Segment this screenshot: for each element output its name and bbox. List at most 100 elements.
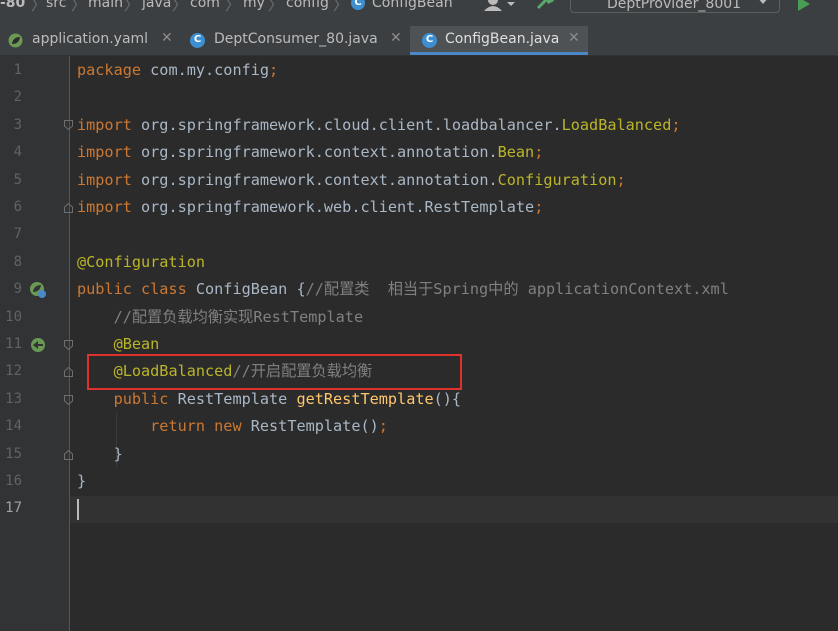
code-token: @Bean (113, 335, 160, 353)
line-number: 3 (13, 116, 22, 133)
code-token: org.springframework.cloud.client.loadbal… (141, 115, 562, 134)
line-number: 7 (13, 226, 22, 243)
navigation-bar: -80 〉 src 〉 main 〉 java 〉 com 〉 my 〉 con… (0, 0, 838, 16)
tab-label: application.yaml (32, 31, 149, 47)
class-c-icon: C (351, 0, 365, 10)
chevron-down-icon (759, 0, 767, 4)
run-icon[interactable] (797, 0, 811, 11)
breadcrumb-separator: 〉 (333, 0, 349, 14)
fold-marker-icon[interactable] (64, 120, 73, 130)
tab-deptconsumer-80[interactable]: C DeptConsumer_80.java ✕ (190, 26, 410, 55)
code-token: com.my.config (150, 61, 270, 79)
line-number: 13 (5, 390, 22, 407)
breadcrumb-separator: 〉 (172, 0, 188, 14)
code-token: import (77, 198, 142, 216)
code-line: import org.springframework.context.annot… (77, 167, 626, 194)
code-token: Bean (497, 143, 535, 162)
breadcrumb-module[interactable]: -80 (0, 0, 25, 11)
code-line: } (77, 468, 86, 495)
code-token: package (77, 61, 151, 79)
line-number: 1 (13, 62, 22, 78)
spring-leaf-icon (8, 33, 23, 48)
code-token: RestTemplate (177, 389, 297, 408)
fold-marker-icon[interactable] (64, 450, 73, 460)
code-line: import org.springframework.context.annot… (77, 139, 543, 166)
line-number: 14 (5, 418, 22, 435)
code-token: org.springframework.web.client.RestTempl… (141, 198, 535, 216)
build-hammer-icon[interactable] (536, 0, 558, 10)
fold-marker-icon[interactable] (64, 395, 73, 405)
spring-bean-gutter-icon[interactable] (29, 281, 47, 299)
spring-bean-gutter-icon[interactable] (29, 336, 47, 354)
code-token: import (77, 143, 142, 162)
code-token: org.springframework.context.annotation. (141, 170, 498, 189)
line-number: 12 (5, 363, 22, 380)
class-c-icon: C (422, 33, 437, 48)
breadcrumb-config[interactable]: config (286, 0, 329, 11)
code-token: LoadBalanced (561, 115, 672, 134)
breadcrumb-separator: 〉 (124, 0, 140, 14)
toolbar-spacer (0, 16, 838, 26)
line-number: 6 (13, 199, 22, 215)
code-token: ; (269, 61, 279, 79)
tab-configbean[interactable]: C ConfigBean.java ✕ (410, 26, 588, 55)
line-number: 9 (13, 281, 22, 298)
line-number: 11 (5, 336, 22, 352)
code-token: RestTemplate() (250, 417, 379, 436)
code-token: //配置负载均衡实现RestTemplate (113, 307, 364, 326)
line-number: 15 (5, 445, 22, 462)
code-token: } (77, 444, 123, 463)
fold-marker-icon[interactable] (64, 203, 73, 213)
code-line: package com.my.config; (77, 57, 278, 84)
code-line: //配置负载均衡实现RestTemplate (77, 304, 364, 331)
editor-tabs: application.yaml ✕ C DeptConsumer_80.jav… (0, 26, 838, 55)
breadcrumb-src[interactable]: src (46, 0, 66, 11)
code-token: (){ (433, 389, 462, 408)
code-line: } (77, 441, 123, 468)
line-number: 5 (13, 171, 22, 188)
tab-label: ConfigBean.java (445, 31, 560, 47)
line-number: 2 (13, 89, 22, 106)
breadcrumb-configbean[interactable]: ConfigBean (372, 0, 453, 11)
code-token: ; (378, 417, 388, 436)
breadcrumb-main[interactable]: main (88, 0, 123, 11)
code-token: import (77, 115, 142, 134)
user-icon[interactable] (484, 0, 518, 11)
breadcrumb-com[interactable]: com (190, 0, 220, 11)
line-number: 17 (5, 500, 22, 517)
code-token: ; (534, 198, 544, 216)
code-token: ; (616, 170, 626, 189)
run-configuration-label: DeptProvider_8001 (607, 0, 742, 12)
fold-marker-icon[interactable] (64, 340, 73, 350)
tab-label: DeptConsumer_80.java (214, 31, 378, 47)
line-number: 16 (5, 473, 22, 489)
text-caret (77, 499, 79, 520)
breadcrumb-java[interactable]: java (142, 0, 171, 11)
code-token: @Configuration (77, 252, 206, 271)
close-icon[interactable]: ✕ (161, 30, 173, 46)
tab-application-yaml[interactable]: application.yaml ✕ (8, 26, 186, 55)
code-line: import org.springframework.cloud.client.… (77, 112, 681, 139)
code-token: public class (77, 280, 196, 299)
code-token: Configuration (497, 170, 617, 189)
code-token: //配置类 相当于Spring中的 applicationContext.xml (305, 280, 729, 299)
code-token: ; (671, 115, 681, 134)
run-configuration-selector[interactable]: DeptProvider_8001 (570, 0, 780, 13)
code-token: ; (534, 143, 544, 162)
tabs-divider (0, 55, 838, 56)
code-token: org.springframework.context.annotation. (141, 143, 498, 162)
close-icon[interactable]: ✕ (568, 30, 580, 46)
close-icon[interactable]: ✕ (390, 30, 402, 46)
class-c-icon: C (190, 33, 205, 48)
fold-marker-icon[interactable] (64, 367, 73, 377)
code-token: getRestTemplate (296, 389, 434, 408)
breadcrumb-separator: 〉 (225, 0, 241, 14)
line-number: 4 (13, 144, 22, 161)
current-line-highlight (70, 496, 838, 523)
breadcrumb-my[interactable]: my (243, 0, 265, 11)
code-line: public class ConfigBean {//配置类 相当于Spring… (77, 276, 729, 303)
code-token: ConfigBean { (195, 280, 306, 299)
